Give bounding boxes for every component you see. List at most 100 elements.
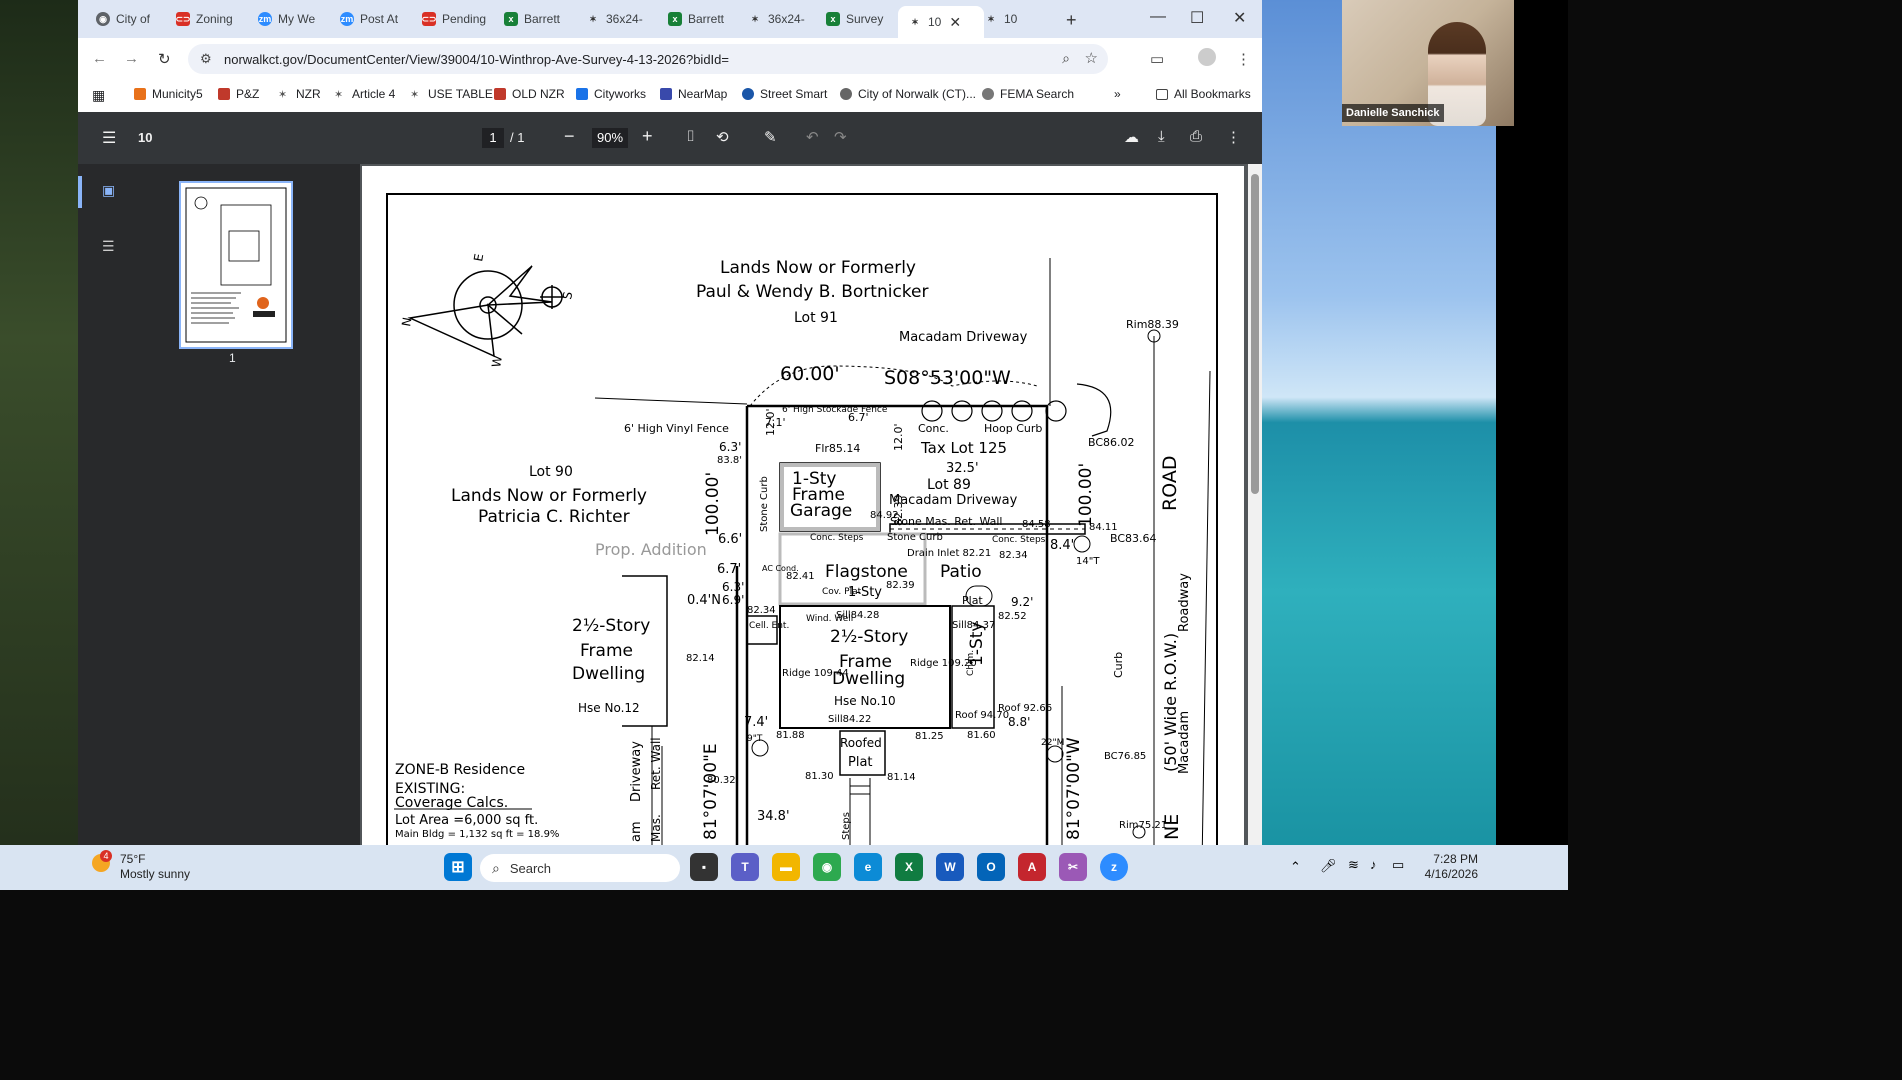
battery-icon[interactable]: ▭	[1392, 857, 1404, 873]
curb-vertical: Curb	[1112, 652, 1125, 678]
tab-10[interactable]: ✶ 10	[984, 6, 1048, 32]
zoom-level-input[interactable]: 90%	[592, 128, 628, 148]
rotate-icon[interactable]: ⟲	[716, 128, 729, 146]
video-tile[interactable]: Danielle Sanchick	[1342, 0, 1514, 126]
snipping-tool-icon[interactable]: ✂	[1059, 853, 1087, 881]
menu-icon[interactable]: ☰	[102, 128, 116, 148]
zoom-search-icon[interactable]: ⌕	[1062, 50, 1070, 67]
new-tab-icon[interactable]: +	[1066, 10, 1077, 31]
excel-taskbar-icon[interactable]: X	[895, 853, 923, 881]
elev-82-14: 82.14	[686, 653, 715, 664]
fit-page-icon[interactable]: ⌷	[686, 128, 695, 145]
tab-survey[interactable]: x Survey	[826, 6, 890, 32]
menu-dots-icon[interactable]: ⋮	[1236, 50, 1251, 68]
zoom-taskbar-icon[interactable]: z	[1100, 853, 1128, 881]
tab-barrett[interactable]: x Barrett	[504, 6, 568, 32]
viewpermit-icon: ⊂⊃	[422, 12, 437, 26]
tab-36x24-2[interactable]: ✶ 36x24-	[748, 6, 812, 32]
back-icon[interactable]: ←	[92, 50, 107, 67]
close-tab-icon[interactable]: ✕	[949, 14, 961, 31]
word-icon[interactable]: W	[936, 853, 964, 881]
tree-9: 9"T	[747, 734, 763, 744]
bookmarks-overflow-icon[interactable]: »	[1114, 87, 1121, 101]
teams-icon[interactable]: T	[731, 853, 759, 881]
page-number-input[interactable]: 1	[482, 128, 504, 148]
site-info-icon[interactable]: ⚙	[200, 51, 212, 67]
file-explorer-icon[interactable]: ▬	[772, 853, 800, 881]
zoom-in-icon[interactable]: +	[642, 126, 653, 147]
bookmark-pz[interactable]: P&Z	[218, 87, 259, 101]
bookmark-city-of-norwalk[interactable]: City of Norwalk (CT)...	[840, 87, 976, 101]
chrome-icon[interactable]: ◉	[813, 853, 841, 881]
survey-drawing: Lands Now or Formerly Paul & Wendy B. Bo…	[386, 193, 1218, 845]
undo-icon[interactable]: ↶	[806, 128, 819, 146]
profile-avatar[interactable]	[1198, 48, 1216, 66]
stone-curb-vertical: Stone Curb	[759, 476, 770, 532]
reload-icon[interactable]: ↻	[158, 50, 171, 68]
bookmark-nzr[interactable]: ✶ NZR	[278, 87, 321, 101]
more-options-icon[interactable]: ⋮	[1226, 128, 1241, 146]
left-dwelling-1: 2½-Story	[572, 616, 650, 636]
forward-icon[interactable]: →	[124, 50, 139, 67]
task-view-icon[interactable]: ▪	[690, 853, 718, 881]
redo-icon[interactable]: ↷	[834, 128, 847, 146]
address-bar[interactable]: ⚙ norwalkct.gov/DocumentCenter/View/3900…	[188, 44, 1108, 74]
taskbar-search[interactable]: ⌕ Search	[480, 854, 680, 882]
rim-top: Rim88.39	[1126, 318, 1179, 331]
bookmark-cityworks[interactable]: Cityworks	[576, 87, 646, 101]
tab-post-at[interactable]: zm Post At	[340, 6, 404, 32]
bookmark-street-smart[interactable]: Street Smart	[742, 87, 827, 101]
cast-icon[interactable]: ▭	[1150, 50, 1164, 68]
page-thumbnail[interactable]	[179, 181, 293, 349]
bookmark-fema-search[interactable]: FEMA Search	[982, 87, 1074, 101]
bookmark-municity5[interactable]: Municity5	[134, 87, 203, 101]
clock-date: 4/16/2026	[1424, 867, 1478, 881]
all-bookmarks[interactable]: All Bookmarks	[1156, 87, 1251, 101]
bookmark-article4[interactable]: ✶ Article 4	[334, 87, 395, 101]
apps-grid-icon[interactable]: ▦	[92, 87, 105, 104]
ne-label: NE	[1161, 814, 1183, 840]
compass-s: S	[560, 291, 575, 301]
volume-icon[interactable]: ♪	[1370, 857, 1377, 872]
ret-wall-vertical: Ret. Wall	[649, 737, 663, 790]
tab-my-web[interactable]: zm My We	[258, 6, 322, 32]
close-window-icon[interactable]: ✕	[1233, 8, 1246, 28]
pdf-star-icon: ✶	[911, 16, 919, 27]
tab-pending[interactable]: ⊂⊃ Pending	[422, 6, 486, 32]
drive-save-icon[interactable]: ☁	[1124, 128, 1139, 146]
maximize-icon[interactable]: ☐	[1190, 8, 1204, 28]
annotate-icon[interactable]: ✎	[764, 128, 777, 146]
print-icon[interactable]: ⎙	[1190, 128, 1202, 145]
tab-barrett-2[interactable]: x Barrett	[668, 6, 732, 32]
windows-start-icon[interactable]: ⊞	[444, 853, 472, 881]
zoom-out-icon[interactable]: −	[564, 126, 575, 147]
microphone-icon[interactable]: 🎤︎	[1320, 858, 1337, 874]
north-owner-line2: Paul & Wendy B. Bortnicker	[696, 282, 929, 302]
conc-steps: Conc. Steps	[810, 533, 864, 543]
bookmark-old-nzr[interactable]: OLD NZR	[494, 87, 565, 101]
tab-36x24[interactable]: ✶ 36x24-	[586, 6, 650, 32]
bookmark-use-table[interactable]: ✶ USE TABLE	[410, 87, 493, 101]
tab-city-of[interactable]: ◉ City of	[96, 6, 160, 32]
thumbnails-icon[interactable]: ▣	[102, 182, 115, 199]
outlook-icon[interactable]: O	[977, 853, 1005, 881]
bookmark-nearmap[interactable]: NearMap	[660, 87, 727, 101]
acrobat-icon[interactable]: A	[1018, 853, 1046, 881]
bookmark-icon: ✶	[334, 89, 344, 101]
tab-zoning[interactable]: ⊂⊃ Zoning	[176, 6, 240, 32]
scrollbar-thumb[interactable]	[1251, 174, 1259, 494]
edge-icon[interactable]: e	[854, 853, 882, 881]
system-clock[interactable]: 7:28 PM 4/16/2026	[1420, 852, 1478, 882]
wifi-icon[interactable]: ≋	[1348, 857, 1359, 873]
dim-32-5: 32.5'	[946, 461, 979, 476]
pdf-scrollbar[interactable]	[1248, 164, 1262, 845]
tray-overflow-icon[interactable]: ⌃	[1290, 859, 1301, 875]
outline-icon[interactable]: ☰	[102, 238, 115, 255]
tab-10-active[interactable]: ✶ 10 ✕	[898, 6, 984, 38]
minimize-icon[interactable]: —	[1150, 8, 1166, 26]
stone-wall: Stone Mas. Ret. Wall	[890, 515, 1002, 528]
weather-widget[interactable]: 4 75°F Mostly sunny	[92, 850, 190, 882]
download-icon[interactable]: ⤓	[1158, 128, 1165, 145]
bookmark-star-icon[interactable]: ☆	[1085, 49, 1098, 67]
bookmarks-bar: ▦ Municity5 P&Z ✶ NZR ✶ Article 4 ✶ USE TAB…	[78, 80, 1262, 113]
